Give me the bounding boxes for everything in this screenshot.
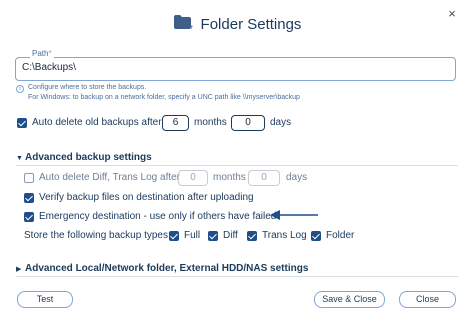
dialog-title: Folder Settings — [200, 15, 302, 33]
arrow-left-icon — [268, 208, 320, 226]
section-divider — [16, 276, 458, 277]
advanced-local-settings-header[interactable]: Advanced Local/Network folder, External … — [25, 263, 308, 274]
auto-delete-checkbox[interactable] — [17, 118, 27, 128]
caret-down-icon[interactable]: ▼ — [16, 155, 23, 162]
advanced-backup-settings-header[interactable]: Advanced backup settings — [25, 152, 152, 163]
auto-delete-diff-months-input[interactable]: 0 — [178, 170, 208, 186]
auto-delete-diff-checkbox[interactable] — [24, 173, 34, 183]
verify-label: Verify backup files on destination after… — [39, 192, 254, 203]
auto-delete-months-input[interactable]: 6 — [162, 115, 189, 131]
emergency-destination-label: Emergency destination - use only if othe… — [39, 211, 277, 222]
path-input[interactable] — [15, 57, 456, 81]
section-divider — [16, 165, 458, 166]
test-button[interactable]: Test — [17, 291, 73, 308]
auto-delete-months-label: months — [194, 117, 227, 128]
path-hint-line-2: For Windows: to backup on a network fold… — [28, 94, 300, 101]
emergency-destination-checkbox[interactable] — [24, 212, 34, 222]
backup-types-label: Store the following backup types: — [24, 230, 171, 241]
save-close-button[interactable]: Save & Close — [314, 291, 385, 308]
auto-delete-diff-days-input[interactable]: 0 — [248, 170, 280, 186]
auto-delete-diff-label: Auto delete Diff, Trans Log after — [39, 172, 181, 183]
path-value[interactable]: C:\Backups\ — [22, 62, 76, 73]
type-folder-checkbox[interactable] — [311, 231, 321, 241]
auto-delete-diff-months-label: months — [213, 172, 246, 183]
type-folder-label: Folder — [326, 230, 355, 241]
path-hint-line-1: Configure where to store the backups. — [28, 84, 147, 91]
close-icon[interactable]: × — [444, 6, 460, 22]
type-full-label: Full — [184, 230, 201, 241]
type-diff-label: Diff — [223, 230, 238, 241]
close-button[interactable]: Close — [399, 291, 456, 308]
auto-delete-days-input[interactable]: 0 — [231, 115, 265, 131]
svg-text:+: + — [189, 24, 193, 30]
info-icon: i — [16, 85, 24, 93]
folder-icon: + — [173, 14, 194, 35]
type-translog-label: Trans Log — [262, 230, 307, 241]
type-full-checkbox[interactable] — [169, 231, 179, 241]
auto-delete-diff-days-label: days — [286, 172, 308, 183]
type-translog-checkbox[interactable] — [247, 231, 257, 241]
path-label: Path* — [30, 49, 54, 58]
verify-checkbox[interactable] — [24, 193, 34, 203]
type-diff-checkbox[interactable] — [208, 231, 218, 241]
caret-right-icon[interactable]: ▶ — [16, 265, 21, 273]
dialog-title-bar: + Folder Settings — [0, 10, 474, 38]
auto-delete-label: Auto delete old backups after — [32, 117, 162, 128]
auto-delete-days-label: days — [270, 117, 292, 128]
